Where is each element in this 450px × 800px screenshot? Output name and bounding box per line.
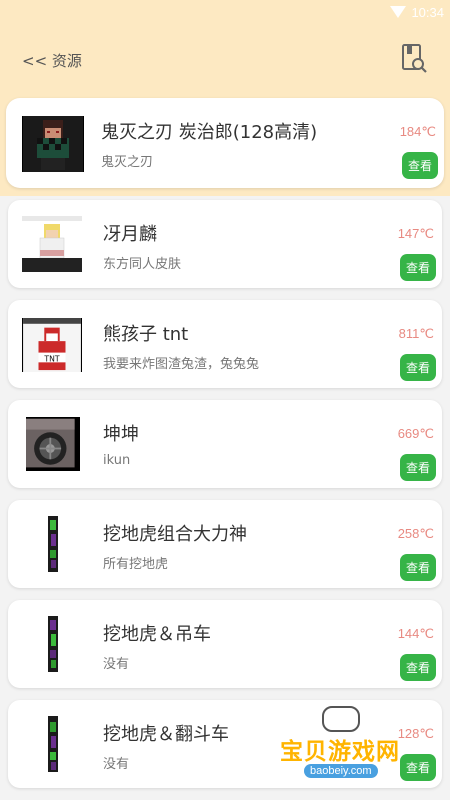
list-item[interactable]: TNT 熊孩子 tnt 我要来炸图渣兔渣，兔兔兔 811℃ 查看 bbox=[8, 300, 442, 388]
item-subtitle: ikun bbox=[103, 453, 131, 468]
list-item[interactable]: 坤坤 ikun 669℃ 查看 bbox=[8, 400, 442, 488]
item-temperature: 669℃ bbox=[397, 426, 434, 441]
item-thumbnail bbox=[22, 216, 82, 272]
item-thumbnail bbox=[48, 716, 58, 772]
svg-text:TNT: TNT bbox=[43, 354, 59, 363]
status-bar: 10:34 bbox=[0, 0, 450, 26]
item-subtitle: 所有挖地虎 bbox=[103, 557, 169, 572]
item-title: 坤坤 bbox=[103, 424, 139, 445]
item-temperature: 811℃ bbox=[398, 326, 434, 341]
item-thumbnail bbox=[22, 116, 84, 172]
item-thumbnail bbox=[26, 417, 80, 471]
view-button[interactable]: 查看 bbox=[400, 354, 436, 381]
resource-search-icon[interactable] bbox=[402, 44, 428, 74]
item-subtitle: 没有 bbox=[103, 657, 130, 672]
back-button[interactable]: << 资源 bbox=[22, 50, 82, 71]
item-subtitle: 东方同人皮肤 bbox=[103, 257, 182, 272]
item-temperature: 258℃ bbox=[397, 526, 434, 541]
item-subtitle: 没有 bbox=[103, 757, 130, 772]
watermark-url: baobeiy.com bbox=[304, 764, 378, 778]
item-thumbnail: TNT bbox=[22, 318, 82, 372]
view-button[interactable]: 查看 bbox=[400, 654, 436, 681]
item-title: 鬼灭之刃 炭治郎(128高清) bbox=[101, 122, 318, 143]
item-title: 熊孩子 tnt bbox=[103, 324, 189, 345]
view-button[interactable]: 查看 bbox=[402, 152, 438, 179]
item-thumbnail bbox=[48, 616, 58, 672]
list-item[interactable]: 鬼灭之刃 炭治郎(128高清) 鬼灭之刃 184℃ 查看 bbox=[6, 98, 444, 188]
gamepad-icon bbox=[322, 706, 360, 732]
item-title: 挖地虎＆吊车 bbox=[103, 624, 211, 645]
list-item[interactable]: 挖地虎＆吊车 没有 144℃ 查看 bbox=[8, 600, 442, 688]
list-item[interactable]: 挖地虎组合大力神 所有挖地虎 258℃ 查看 bbox=[8, 500, 442, 588]
view-button[interactable]: 查看 bbox=[400, 454, 436, 481]
wifi-icon bbox=[390, 6, 406, 18]
view-button[interactable]: 查看 bbox=[400, 254, 436, 281]
item-subtitle: 鬼灭之刃 bbox=[101, 155, 154, 170]
watermark: 宝贝游戏网 baobeiy.com bbox=[274, 706, 424, 786]
item-temperature: 184℃ bbox=[399, 124, 436, 139]
item-subtitle: 我要来炸图渣兔渣，兔兔兔 bbox=[103, 357, 260, 372]
item-title: 冴月麟 bbox=[103, 224, 157, 245]
item-temperature: 144℃ bbox=[397, 626, 434, 641]
item-temperature: 147℃ bbox=[397, 226, 434, 241]
list-item[interactable]: 冴月麟 东方同人皮肤 147℃ 查看 bbox=[8, 200, 442, 288]
status-time: 10:34 bbox=[411, 5, 444, 20]
item-title: 挖地虎＆翻斗车 bbox=[103, 724, 229, 745]
item-title: 挖地虎组合大力神 bbox=[103, 524, 247, 545]
item-thumbnail bbox=[48, 516, 58, 572]
view-button[interactable]: 查看 bbox=[400, 554, 436, 581]
watermark-text: 宝贝游戏网 bbox=[280, 739, 400, 765]
